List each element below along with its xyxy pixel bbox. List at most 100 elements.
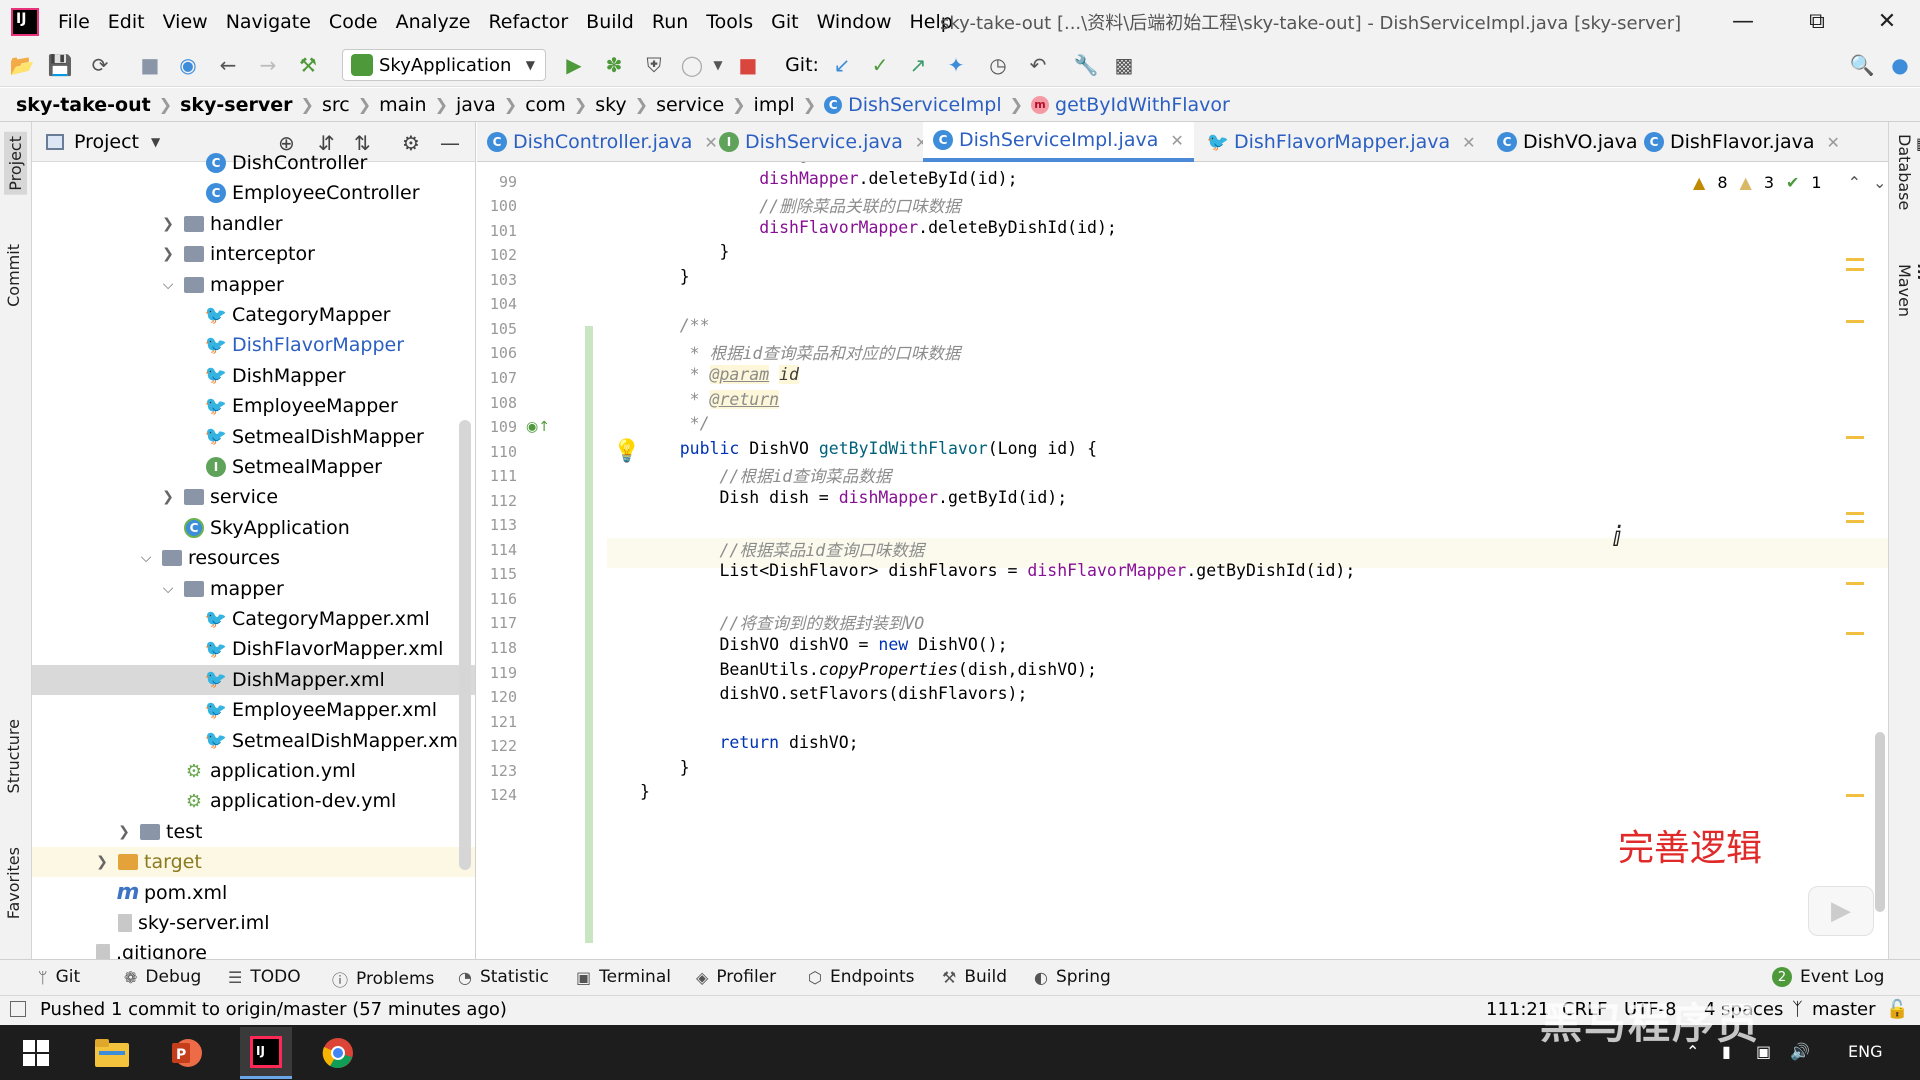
git-rollback-icon[interactable]: ↶ <box>1024 51 1052 79</box>
database-tool-tab[interactable]: ▦ Database <box>1895 134 1920 210</box>
chevron-right-icon[interactable]: ❯ <box>160 246 176 262</box>
code-line[interactable]: dishMapper.deleteById(id); <box>640 169 1017 188</box>
input-language[interactable]: ENG <box>1848 1042 1882 1061</box>
tree-item[interactable]: 🐦 DishMapper <box>32 361 475 391</box>
code-line[interactable]: BeanUtils.copyProperties(dish,dishVO); <box>640 660 1097 679</box>
tree-item[interactable]: 🐦 CategoryMapper <box>32 300 475 330</box>
tree-item[interactable]: ❯ handler <box>32 209 475 239</box>
close-tab-icon[interactable]: ✕ <box>1462 133 1475 152</box>
open-folder-icon[interactable]: 📂 <box>8 51 36 79</box>
lightbulb-icon[interactable]: 💡 <box>613 439 640 464</box>
code-line[interactable]: //根据菜品id查询口味数据 <box>640 537 924 561</box>
tool-window-profiler[interactable]: ◈ Profiler <box>696 967 776 987</box>
breadcrumb-item[interactable]: m getByIdWithFlavor <box>1031 94 1230 116</box>
tree-item[interactable]: .gitignore <box>32 938 475 959</box>
tree-item[interactable]: C SkyApplication <box>32 513 475 543</box>
tree-item[interactable]: 🐦 DishFlavorMapper.xml <box>32 634 475 664</box>
tool-window-build[interactable]: ⚒ Build <box>942 967 1007 987</box>
code-line[interactable]: public DishVO getByIdWithFlavor(Long id)… <box>640 439 1097 458</box>
status-message[interactable]: Pushed 1 commit to origin/master (57 min… <box>40 999 507 1020</box>
project-structure-dialog-icon[interactable]: ▩ <box>1110 51 1138 79</box>
editor-scrollbar[interactable] <box>1875 732 1885 912</box>
tree-item[interactable]: ⌵ resources <box>32 543 475 573</box>
settings-wrench-icon[interactable]: 🔧 <box>1072 51 1100 79</box>
git-branch[interactable]: master <box>1812 999 1875 1020</box>
tree-item[interactable]: ⚙ application-dev.yml <box>32 786 475 816</box>
error-stripe-mark[interactable] <box>1846 520 1864 523</box>
editor-tab[interactable]: 🐦 DishFlavorMapper.java ✕ <box>1198 122 1486 162</box>
video-play-icon[interactable]: ▶ <box>1808 886 1874 936</box>
breadcrumb-item[interactable]: java ❯ <box>456 94 525 116</box>
error-stripe-mark[interactable] <box>1846 512 1864 515</box>
error-stripe-mark[interactable] <box>1846 794 1864 797</box>
structure-tool-tab[interactable]: Structure <box>4 719 23 793</box>
search-icon[interactable]: 🔍 <box>1848 51 1876 79</box>
project-tool-tab[interactable]: Project <box>4 132 27 195</box>
menu-code[interactable]: Code <box>320 11 387 33</box>
menu-refactor[interactable]: Refactor <box>479 11 577 33</box>
jetbrains-toolbox-icon[interactable]: ● <box>1886 51 1914 79</box>
more-run-chevron-icon[interactable]: ▼ <box>704 51 732 79</box>
error-stripe-mark[interactable] <box>1846 582 1864 585</box>
code-line[interactable]: dishFlavorMapper.deleteByDishId(id); <box>640 218 1117 237</box>
breadcrumb-item[interactable]: src ❯ <box>322 94 379 116</box>
chevron-down-icon[interactable]: ⌄ <box>1873 173 1886 192</box>
tool-window-todo[interactable]: ☰ TODO <box>228 967 301 987</box>
close-tab-icon[interactable]: ✕ <box>1170 131 1183 150</box>
chevron-down-icon[interactable]: ⌵ <box>160 581 176 597</box>
menu-build[interactable]: Build <box>577 11 643 33</box>
git-push-icon[interactable]: ↗ <box>904 51 932 79</box>
close-icon[interactable]: ✕ <box>1856 0 1918 43</box>
tree-item[interactable]: C DishController <box>32 148 475 178</box>
tree-item[interactable]: 🐦 SetmealDishMapper.xml <box>32 726 475 756</box>
code-line[interactable]: } <box>640 242 729 261</box>
code-line[interactable]: } <box>640 782 650 801</box>
class-icon[interactable]: ◉ <box>174 51 202 79</box>
commit-tool-tab[interactable]: Commit <box>4 244 23 307</box>
project-structure-icon[interactable]: ■ <box>136 51 164 79</box>
code-line[interactable]: dishVO.setFlavors(dishFlavors); <box>640 684 1027 703</box>
tree-item[interactable]: ⌵ mapper <box>32 574 475 604</box>
intellij-taskbar-icon[interactable]: IJ <box>240 1027 292 1079</box>
breadcrumb-item[interactable]: C DishServiceImpl ❯ <box>824 94 1031 116</box>
tool-window-debug[interactable]: ❁ Debug <box>124 967 201 987</box>
tree-item[interactable]: 🐦 SetmealDishMapper <box>32 422 475 452</box>
forward-arrow-icon[interactable]: → <box>254 51 282 79</box>
menu-tools[interactable]: Tools <box>697 11 762 33</box>
editor-tab[interactable]: C DishFlavor.java ✕ <box>1634 122 1850 162</box>
breadcrumb-item[interactable]: sky-server ❯ <box>180 94 322 116</box>
menu-git[interactable]: Git <box>762 11 807 33</box>
tree-item[interactable]: sky-server.iml <box>32 908 475 938</box>
git-history-icon[interactable]: ◷ <box>984 51 1012 79</box>
chevron-down-icon[interactable]: ⌵ <box>160 277 176 293</box>
code-line[interactable]: /** <box>640 316 710 335</box>
code-line[interactable]: Dish dish = dishMapper.getById(id); <box>640 488 1067 507</box>
code-line[interactable]: DishVO dishVO = new DishVO(); <box>640 635 1007 654</box>
project-scrollbar[interactable] <box>459 420 471 870</box>
chevron-right-icon[interactable]: ❯ <box>160 216 176 232</box>
breadcrumb-item[interactable]: sky-take-out ❯ <box>16 94 180 116</box>
code-line[interactable]: //将查询到的数据封装到VO <box>640 610 924 634</box>
implements-gutter-icon[interactable]: ◉↑ <box>526 419 550 435</box>
code-line[interactable]: * @param id <box>640 364 799 384</box>
error-stripe-mark[interactable] <box>1846 436 1864 439</box>
menu-edit[interactable]: Edit <box>99 11 154 33</box>
volume-icon[interactable]: 🔊 <box>1790 1042 1810 1061</box>
chevron-right-icon[interactable]: ❯ <box>160 489 176 505</box>
code-line[interactable]: } <box>640 758 690 777</box>
error-stripe-mark[interactable] <box>1846 258 1864 261</box>
tree-item[interactable]: m pom.xml <box>32 878 475 908</box>
minimize-icon[interactable]: — <box>1712 0 1774 43</box>
menu-analyze[interactable]: Analyze <box>387 11 480 33</box>
tree-item[interactable]: ❯ interceptor <box>32 239 475 269</box>
tool-window-endpoints[interactable]: ⬡ Endpoints <box>808 967 915 987</box>
error-stripe-mark[interactable] <box>1846 632 1864 635</box>
restore-icon[interactable]: ⧉ <box>1786 0 1848 43</box>
editor-tab[interactable]: C DishController.java ✕ <box>477 122 728 162</box>
tree-item[interactable]: C EmployeeController <box>32 178 475 208</box>
build-hammer-icon[interactable]: ⚒ <box>294 51 322 79</box>
menu-run[interactable]: Run <box>643 11 697 33</box>
chevron-right-icon[interactable]: ❯ <box>116 824 132 840</box>
code-line[interactable]: //删除菜品关联的口味数据 <box>640 193 960 217</box>
coverage-icon[interactable]: ⛨ <box>640 51 668 79</box>
